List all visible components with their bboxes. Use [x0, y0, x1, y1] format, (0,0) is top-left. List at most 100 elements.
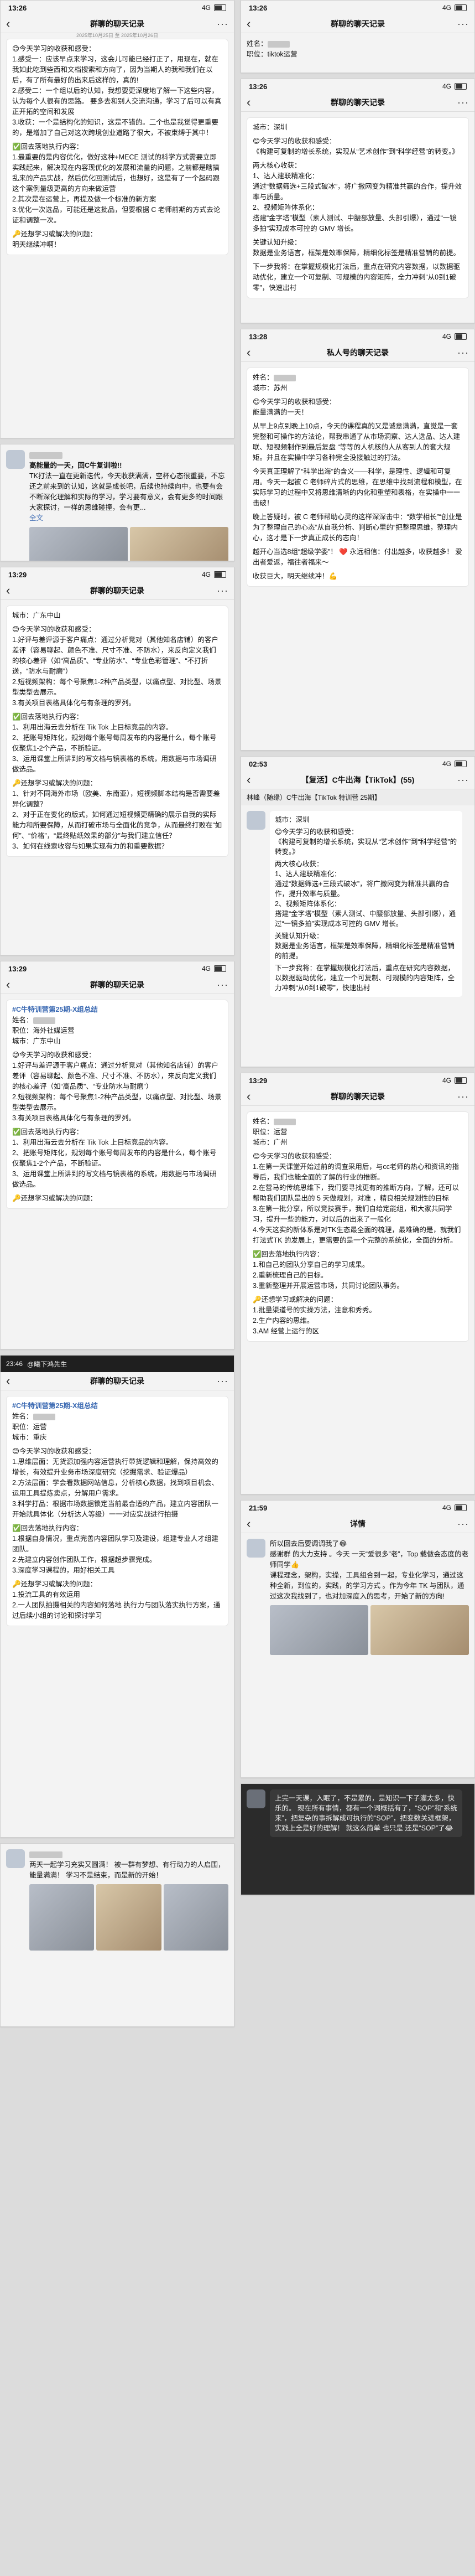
back-icon[interactable]: ‹ — [6, 1374, 19, 1388]
avatar[interactable] — [6, 450, 25, 469]
photo[interactable] — [370, 1605, 469, 1655]
status-time: 13:26 — [8, 3, 27, 12]
caller-name[interactable]: @曦下鸿先生 — [27, 1359, 67, 1369]
nav-bar: ‹ 群聊的聊天记录 ··· — [1, 976, 234, 994]
more-icon[interactable]: ··· — [215, 979, 228, 991]
battery-icon — [214, 965, 226, 972]
section-heading: 😊今天学习的收获和感受： — [253, 398, 336, 406]
pinned-notice[interactable]: 林峰（随缘）C牛出海【TikTok 特训营 25期】 — [241, 789, 474, 805]
photo[interactable] — [29, 1884, 95, 1951]
photo-grid — [270, 1605, 469, 1655]
moments-post-panel: 高能量的一天，回C牛复训啦!! TK打法一直在更新迭代，今天收获满满，空杯心态很… — [0, 444, 234, 561]
subheading: 两大核心收获： — [253, 162, 301, 169]
back-icon[interactable]: ‹ — [247, 17, 260, 31]
paragraph: 从早上9点到晚上10点，今天的课程真的又是诚意满满，直觉是一套完整和可操作的方法… — [253, 422, 461, 462]
list-item: 2.生产内容的思维。 — [253, 1317, 314, 1325]
photo[interactable] — [96, 1884, 161, 1951]
chat-record-panel-r5: 13:29 4G ‹ 群聊的聊天记录 ··· 姓名： 职位：运营 城市：广州 😊… — [241, 1073, 475, 1494]
status-bar: 13:29 4G — [241, 1073, 474, 1088]
list-item: 1.思维层面：无货源加强内容运营执行带货逻辑和理解，保持高效的增长，有效提升业务… — [12, 1458, 218, 1476]
status-time: 02:53 — [249, 759, 268, 768]
photo[interactable] — [130, 527, 228, 561]
signal-label: 4G — [201, 4, 211, 12]
list-item: 通过“数据筛选+三段式破冰”，将广撒网变为精准共赢的合作，提升效率与质量。 — [253, 183, 462, 201]
list-item: 1.好评与差评源于客户痛点：通过分析竞对（其他知名店铺）的客户差评（容易聊起、颜… — [12, 636, 218, 675]
back-icon[interactable]: ‹ — [6, 17, 19, 31]
back-icon[interactable]: ‹ — [247, 95, 260, 110]
list-item: 2.短视频架构：每个号聚焦1-2种产品类型，以痛点型、对比型、场景型类型去展示。 — [12, 678, 222, 696]
page-title: 群聊的聊天记录 — [331, 98, 385, 107]
photo[interactable] — [270, 1605, 368, 1655]
back-icon[interactable]: ‹ — [247, 773, 260, 787]
back-icon[interactable]: ‹ — [6, 977, 19, 992]
list-item: 1.在第一天课堂开始过前的调查采用后，与cc老师的热心和资讯的指导后，我们也能全… — [253, 1163, 459, 1181]
subheading: 关键认知升级： — [275, 932, 323, 940]
more-icon[interactable]: ··· — [215, 585, 228, 597]
avatar[interactable] — [6, 1849, 25, 1868]
summary-text: 《构建可复制的增长系统，实现从“艺术创作”到“科学经营”的转变。》 — [275, 838, 457, 856]
post-text: 感谢群 的大力支持 。今天 一天“爱很多”老”，Top 载做会态度的老师同学👍 — [270, 1550, 469, 1569]
more-icon[interactable]: ··· — [456, 97, 469, 108]
list-item: 3.在第一批分享，所以竞技赛手，我们自给定能组，和大家共同学习，提升一些的能力，… — [253, 1205, 452, 1223]
message-row: 城市：深圳 😊今天学习的收获和感受： 《构建可复制的增长系统，实现从“艺术创作”… — [247, 811, 469, 997]
more-icon[interactable]: ··· — [215, 1375, 228, 1387]
subheading: 两大核心收获： — [275, 860, 323, 868]
hashtag[interactable]: #C牛特训营第25期-X组总结 — [12, 1401, 222, 1411]
nav-bar: ‹ 群聊的聊天记录 ··· — [241, 1088, 474, 1106]
photo[interactable] — [163, 1884, 228, 1951]
name-label: 姓名： — [253, 1118, 274, 1125]
list-item: 2.一人团队拍摄相关的内容如何落地 执行力与团队落实执行方案，通过后续小组的讨论… — [12, 1601, 221, 1620]
section-heading: ✅回去落地执行内容： — [12, 713, 83, 721]
list-item: 1、针对不同海外市场（欧美、东南亚），短视频脚本结构是否需要差异化调整？ — [12, 790, 220, 808]
blurred-name — [33, 1017, 55, 1024]
post-text: 两天一起学习充实又圆满！ 被一群有梦想、有行动力的人启围，能量满满！ 学习不是结… — [29, 1861, 225, 1879]
list-item: 2、把账号矩阵化，规划每个账号每周发布的内容是什么，每个账号仅聚焦1-2个产品，… — [12, 734, 217, 752]
message-bubble[interactable]: 城市：深圳 😊今天学习的收获和感受： 《构建可复制的增长系统，实现从“艺术创作”… — [270, 811, 462, 997]
back-icon[interactable]: ‹ — [247, 345, 260, 360]
page-title: 群聊的聊天记录 — [90, 980, 144, 989]
back-icon[interactable]: ‹ — [6, 583, 19, 598]
nav-bar: ‹ 【复活】C牛出海【TikTok】(55) ··· — [241, 771, 474, 789]
message-card: 姓名： 职位：运营 城市：广州 😊今天学习的收获和感受： 1.在第一天课堂开始过… — [247, 1111, 469, 1342]
more-icon[interactable]: ··· — [215, 18, 228, 30]
avatar[interactable] — [247, 1789, 265, 1808]
city-line: 城市：重庆 — [12, 1434, 47, 1441]
list-item: 1、达人建联精准化： — [275, 870, 341, 878]
summary-text: 下一步我将：在掌握规模化打法后，重点在研究内容数据，以数据驱动优化，建立一个可复… — [253, 263, 461, 292]
post-row: 两天一起学习充实又圆满！ 被一群有梦想、有行动力的人启围，能量满满！ 学习不是结… — [6, 1849, 228, 1951]
summary-text: 数据是业务语言，框架是效率保障，精细化标签是精准营销的前提。 — [275, 942, 455, 960]
more-icon[interactable]: ··· — [456, 1091, 469, 1103]
avatar[interactable] — [247, 811, 265, 830]
nav-bar: ‹ 详情 ··· — [241, 1515, 474, 1533]
job-line: 职位：运营 — [12, 1423, 47, 1431]
more-icon[interactable]: ··· — [456, 347, 469, 359]
list-item: 3.有关项目表格具体化与有条理的罗列。 — [12, 1114, 135, 1122]
pinned-text: 林峰（随缘）C牛出海【TikTok 特训营 25期】 — [247, 794, 381, 801]
post-bubble[interactable]: 上完一天课，入眠了，不是累的，是知识一下子灌太多，快乐的。 现在所有事情，都有一… — [270, 1789, 462, 1837]
name-label: 姓名： — [253, 374, 274, 381]
paragraph: 今天真正理解了“科学出海”的含义——科学，是理性、逻辑和可复用。今天一起被 C … — [253, 468, 462, 507]
status-time: 13:26 — [249, 3, 268, 12]
more-icon[interactable]: ··· — [456, 774, 469, 786]
left-column: 13:26 4G ‹ 群聊的聊天记录 ··· 2025年10月25日 至 202… — [0, 0, 234, 2032]
expand-link[interactable]: 全文 — [29, 513, 228, 524]
more-icon[interactable]: ··· — [456, 1518, 469, 1530]
nav-bar: ‹ 群聊的聊天记录 ··· — [1, 1372, 234, 1390]
hashtag[interactable]: #C牛特训营第25期-X组总结 — [12, 1005, 222, 1015]
section-heading: ✅回去落地执行内容： — [12, 1524, 83, 1532]
back-icon[interactable]: ‹ — [247, 1089, 260, 1104]
section-heading: ✅回去落地执行内容： — [12, 143, 83, 151]
avatar[interactable] — [247, 1539, 265, 1558]
photo[interactable] — [29, 527, 128, 561]
list-item: 通过“数据筛选+三段式破冰”，将广撒网变为精准共赢的合作，提升效率与质量。 — [275, 880, 450, 898]
summary-text: 数据是业务语言，框架是效率保障，精细化标签是精准营销的前提。 — [253, 249, 461, 257]
back-icon[interactable]: ‹ — [247, 1517, 260, 1531]
section-heading: ✅回去落地执行内容： — [253, 1250, 324, 1258]
list-item: 2.感受二：一个组以后的认知，我想要更深度地了解一下这些内容，认为每个人很有的思… — [12, 87, 222, 116]
page-title: 群聊的聊天记录 — [90, 586, 144, 595]
photo-grid — [29, 527, 228, 561]
message-card: 城市：广东中山 😊今天学习的收获和感受： 1.好评与差评源于客户痛点：通过分析竞… — [6, 606, 228, 857]
status-time: 21:59 — [249, 1503, 268, 1512]
subheading: 关键认知升级： — [253, 239, 301, 246]
more-icon[interactable]: ··· — [456, 18, 469, 30]
